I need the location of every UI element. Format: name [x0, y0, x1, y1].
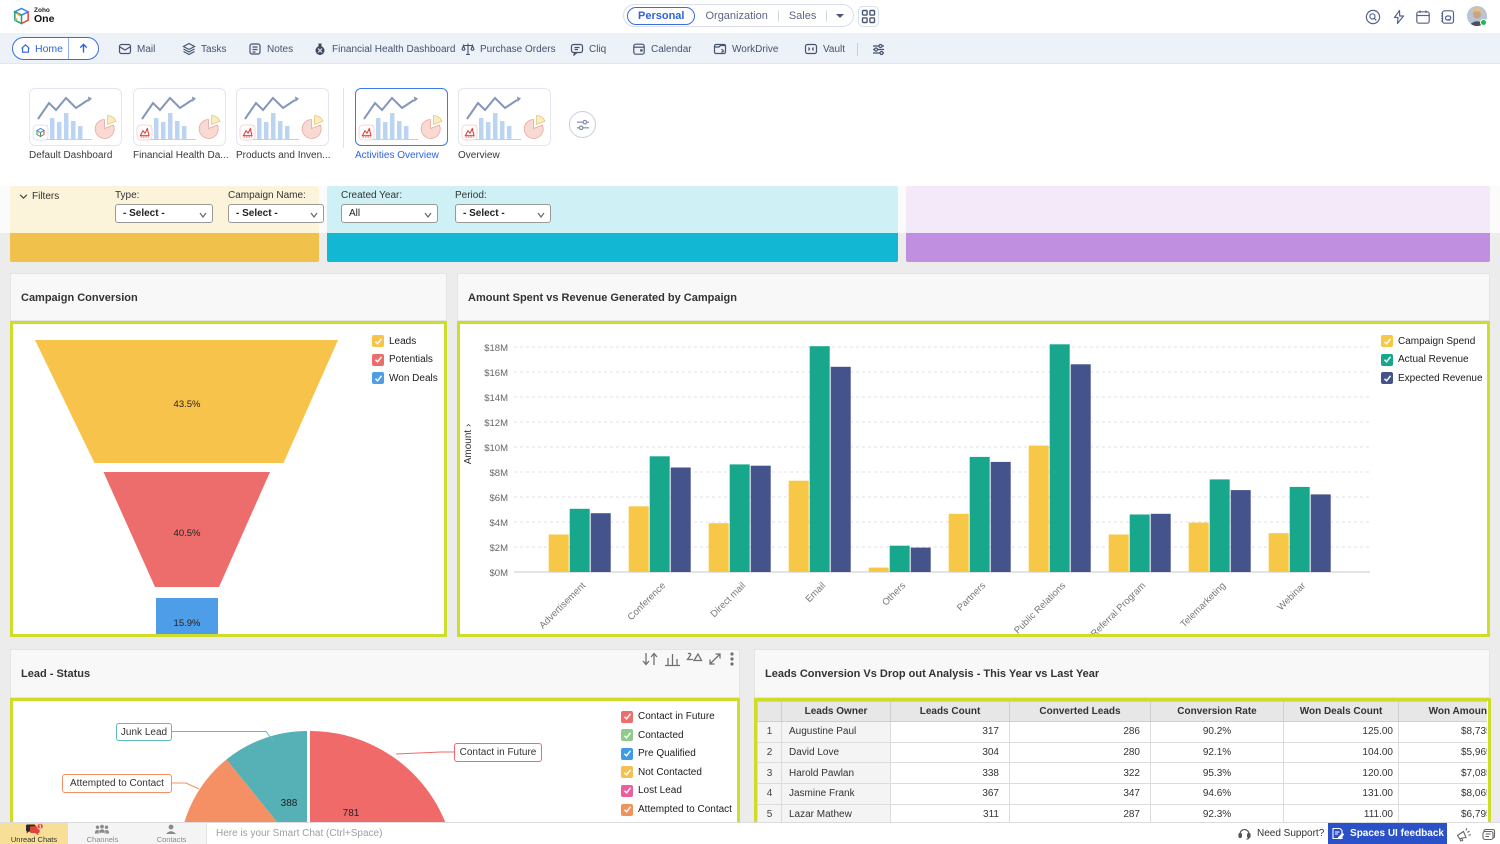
svg-text:Public Relations: Public Relations: [1012, 580, 1068, 634]
svg-text:$14M: $14M: [484, 393, 508, 404]
svg-text:Others: Others: [880, 580, 908, 608]
svg-text:Referral Program: Referral Program: [1089, 580, 1148, 634]
svg-text:$6M: $6M: [490, 493, 509, 504]
svg-text:$12M: $12M: [484, 418, 508, 429]
svg-text:$10M: $10M: [484, 443, 508, 454]
svg-text:Advertisement: Advertisement: [537, 580, 588, 631]
svg-text:$18M: $18M: [484, 343, 508, 354]
svg-text:Direct mail: Direct mail: [709, 580, 749, 620]
svg-text:15.9%: 15.9%: [174, 618, 201, 629]
svg-text:$0M: $0M: [490, 568, 509, 579]
svg-text:$4M: $4M: [490, 518, 509, 529]
svg-text:Conference: Conference: [626, 580, 669, 623]
svg-text:$8M: $8M: [490, 468, 509, 479]
svg-text:388: 388: [281, 798, 298, 809]
svg-text:Partners: Partners: [955, 580, 988, 613]
svg-text:$16M: $16M: [484, 368, 508, 379]
svg-text:$2M: $2M: [490, 543, 509, 554]
svg-text:781: 781: [343, 808, 360, 819]
svg-text:43.5%: 43.5%: [174, 399, 201, 410]
svg-text:Telemarketing: Telemarketing: [1179, 580, 1229, 630]
svg-text:40.5%: 40.5%: [174, 528, 201, 539]
svg-text:Webinar: Webinar: [1275, 580, 1308, 613]
svg-text:Email: Email: [804, 580, 829, 605]
svg-text:1: 1: [39, 825, 42, 831]
svg-text:Amount ›: Amount ›: [463, 424, 474, 465]
